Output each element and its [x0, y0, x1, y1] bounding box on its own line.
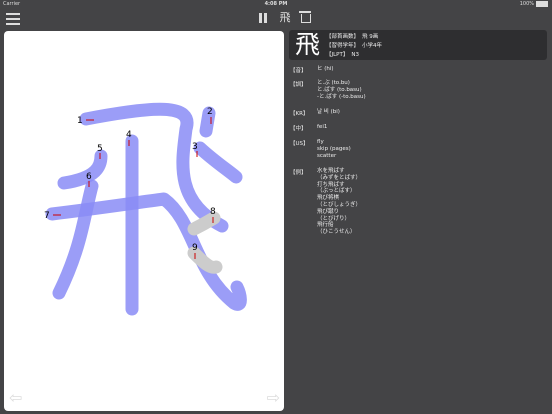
jlpt-level: 【JLPT】 N3 [326, 52, 359, 58]
previous-arrow-icon[interactable]: ⇦ [9, 390, 22, 406]
kanji-info-panel: 飛 【部首画数】飛 9画 【習得学年】 小学4年 【JLPT】 N3 【音】 ヒ (… [289, 30, 547, 410]
kanji-character: 飛 [295, 30, 321, 59]
example-item: （とびしょうぎ） [317, 201, 362, 208]
on-reading-label: 【音】 [290, 68, 307, 74]
example-item: （ひこうせん） [317, 229, 356, 236]
examples-label: 【例】 [290, 170, 307, 176]
kanji-header: 飛 【部首画数】飛 9画 【習得学年】 小学4年 【JLPT】 N3 [289, 30, 547, 60]
pause-icon [259, 13, 262, 23]
toolbar: 飛 [0, 9, 552, 27]
stroke-5 [57, 149, 108, 190]
kun-reading-value: と.ばす (to.basu) [317, 86, 362, 93]
kanji-select-button[interactable]: 飛 [277, 10, 293, 26]
stroke-diagram: 1 2 3 4 5 6 7 8 9 [44, 102, 247, 316]
stroke-label-8: 8 [210, 207, 216, 217]
next-arrow-icon[interactable]: ⇨ [267, 390, 280, 406]
example-item: 飛び蹴り [317, 208, 340, 215]
stroke-label-4: 4 [126, 130, 132, 140]
stroke-label-6: 6 [86, 172, 92, 182]
stroke-label-7: 7 [44, 211, 50, 221]
kun-reading-value: -と.ばす (-to.basu) [317, 93, 366, 100]
trash-icon[interactable] [299, 10, 313, 26]
on-reading-value: ヒ (hi) [317, 66, 334, 72]
battery-percent: 100% [519, 1, 534, 7]
stroke-3 [193, 141, 243, 184]
stroke-label-5: 5 [97, 144, 103, 154]
battery-indicator: 100% [520, 0, 548, 9]
kun-reading-label: 【訓】 [290, 82, 307, 88]
english-meaning: scatter [317, 152, 337, 159]
example-item: 飛び将棋 [317, 195, 340, 202]
example-item: 水を飛ばす [317, 168, 345, 174]
stroke-order-canvas[interactable]: 1 2 3 4 5 6 7 8 9 ⇦ ⇨ [4, 31, 284, 411]
radical-stroke-count: 【部首画数】飛 9画 [326, 34, 379, 40]
clock: 4:08 PM [264, 1, 288, 7]
stroke-6 [52, 179, 99, 300]
example-item: （みずをとばす） [317, 174, 362, 181]
korean-reading-value: 날 비 (bi) [317, 109, 340, 115]
stroke-label-3: 3 [192, 142, 198, 152]
english-label: 【US】 [290, 141, 309, 147]
menu-icon[interactable] [6, 10, 20, 26]
stroke-8 [187, 211, 221, 236]
stroke-label-1: 1 [77, 116, 83, 126]
chinese-reading-value: fei1 [317, 124, 328, 130]
chinese-label: 【中】 [290, 126, 307, 132]
english-meaning: skip (pages) [317, 145, 351, 152]
korean-label: 【KR】 [290, 111, 309, 117]
school-grade: 【習得学年】 小学4年 [326, 43, 383, 49]
kun-reading-value: と.ぶ (to.bu) [317, 80, 350, 86]
battery-icon [536, 0, 548, 7]
stroke-label-2: 2 [207, 107, 213, 117]
status-bar: Carrier 4:08 PM 100% [0, 0, 552, 9]
english-meaning: fly [317, 139, 324, 145]
pause-button[interactable] [256, 10, 270, 26]
stroke-label-9: 9 [192, 243, 198, 253]
